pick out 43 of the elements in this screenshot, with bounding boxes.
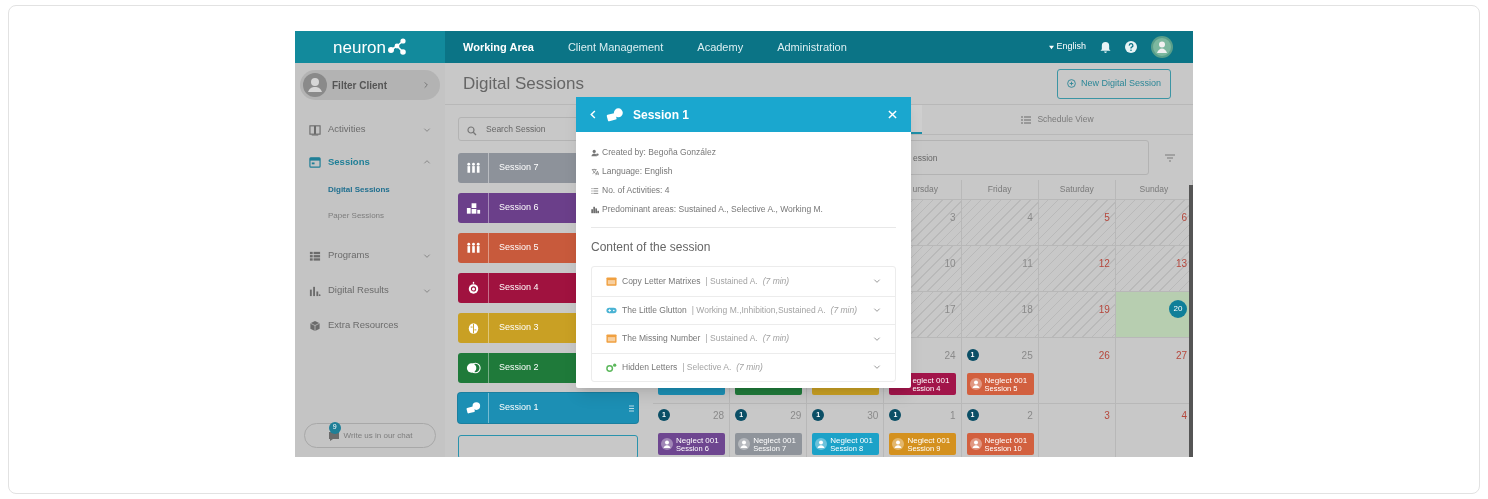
- activity-areas: | Working M.,Inhibition,Sustained A.: [691, 303, 826, 317]
- date-number: 4: [1027, 210, 1033, 225]
- date-number: 17: [944, 302, 956, 317]
- date-number: 3: [1104, 408, 1110, 423]
- activity-duration: (7 min): [762, 274, 790, 288]
- weekday-label: Saturday: [1059, 183, 1094, 196]
- activity-areas: | Sustained A.: [705, 332, 758, 346]
- activity-duration: (7 min): [762, 332, 790, 346]
- date-number: 19: [1098, 302, 1110, 317]
- activity-areas: | Sustained A.: [705, 274, 758, 288]
- date-number: 26: [1098, 348, 1110, 363]
- event-title: eglect 001: [912, 375, 950, 385]
- date-number: 3: [950, 210, 956, 225]
- event-title: Neglect 001: [753, 435, 796, 445]
- date-number: 2: [1027, 408, 1033, 423]
- event-title: Neglect 001: [830, 435, 873, 445]
- date-number: 13: [1175, 256, 1187, 271]
- date-number: 12: [1098, 256, 1110, 271]
- weekday-label: Friday: [987, 183, 1012, 196]
- weekday-label: Sunday: [1139, 183, 1169, 196]
- date-number: 5: [1104, 210, 1110, 225]
- activity-areas: | Selective A.: [682, 360, 732, 374]
- date-number: 24: [944, 348, 956, 363]
- date-number: 25: [1021, 348, 1033, 363]
- date-number: 18: [1021, 302, 1033, 317]
- page-title: Digital Sessions: [463, 72, 584, 95]
- date-number: 27: [1175, 348, 1187, 363]
- date-number: 6: [1181, 210, 1187, 225]
- activity-duration: (7 min): [736, 360, 763, 374]
- date-number: 10: [944, 256, 956, 271]
- weekday-label: ursday: [912, 183, 938, 196]
- event-title: Neglect 001: [984, 435, 1028, 445]
- event-title: Neglect 001: [907, 435, 951, 445]
- date-number: 30: [867, 408, 879, 423]
- event-title: Neglect 001: [984, 375, 1028, 385]
- event-title: Neglect 001: [676, 435, 719, 445]
- date-number: 4: [1181, 408, 1187, 423]
- date-number: 11: [1022, 256, 1033, 271]
- activity-duration: (7 min): [830, 303, 858, 317]
- date-number: 29: [790, 408, 802, 423]
- logo-text: neuron: [333, 38, 386, 56]
- today-date: 20: [1169, 300, 1187, 318]
- date-number: 28: [713, 408, 725, 423]
